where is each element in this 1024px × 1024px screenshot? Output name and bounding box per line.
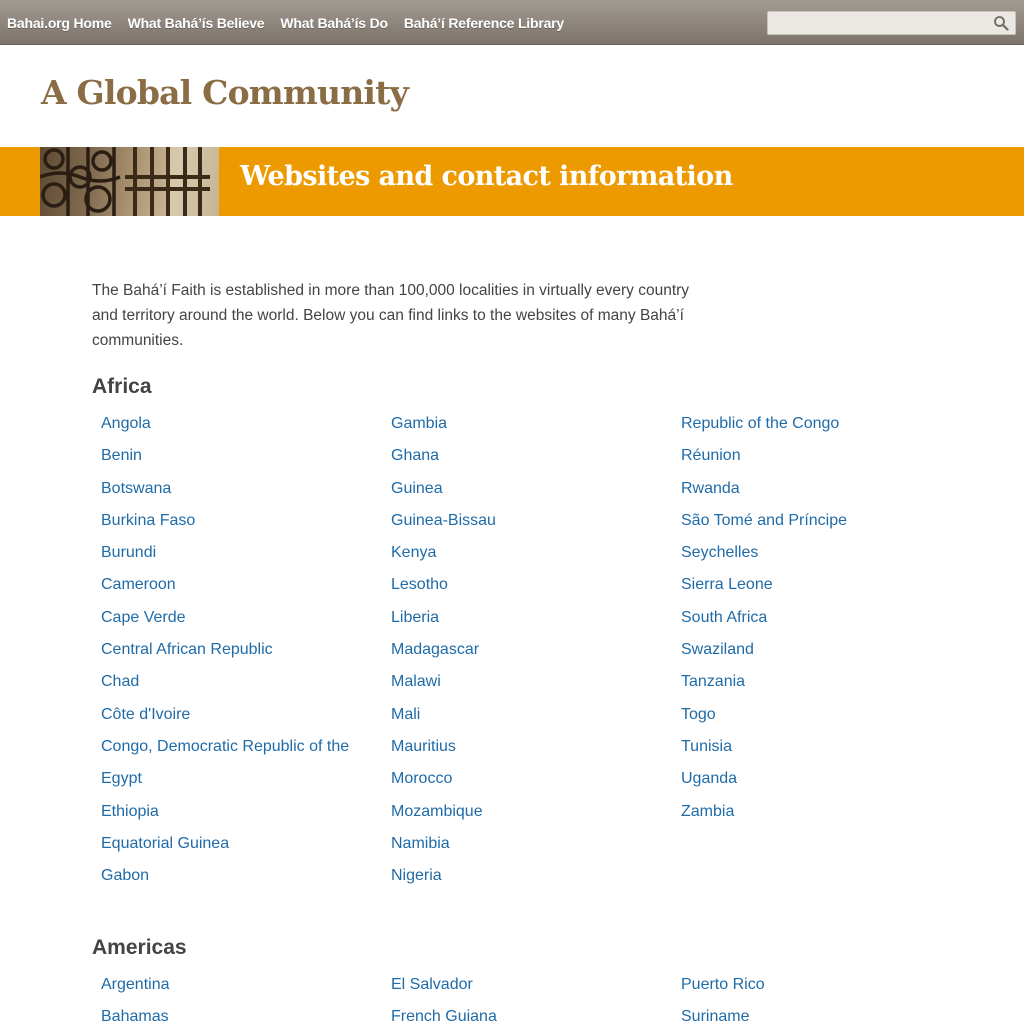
country-link[interactable]: Togo (681, 705, 961, 737)
country-link[interactable]: Republic of the Congo (681, 414, 961, 446)
section-banner: Websites and contact information (0, 147, 1024, 216)
nav-what-bahais-do-link[interactable]: What Bahá’ís Do (280, 15, 388, 31)
country-link[interactable]: El Salvador (391, 975, 671, 1007)
country-column: Argentina Bahamas (101, 975, 381, 1024)
country-link[interactable]: Equatorial Guinea (101, 834, 381, 866)
country-column: Gambia Ghana Guinea Guinea-Bissau Kenya Lesot… (391, 414, 671, 898)
country-column: Puerto Rico Suriname (681, 975, 961, 1024)
gate-ornament-image (40, 147, 219, 216)
country-link[interactable]: Mali (391, 705, 671, 737)
nav-what-bahais-believe-link[interactable]: What Bahá’ís Believe (128, 15, 265, 31)
country-link[interactable]: Lesotho (391, 575, 671, 607)
country-link[interactable]: Nigeria (391, 866, 671, 898)
country-link[interactable]: Burkina Faso (101, 511, 381, 543)
country-link[interactable]: Gambia (391, 414, 671, 446)
country-link[interactable]: South Africa (681, 608, 961, 640)
country-link[interactable]: Congo, Democratic Republic of the (101, 737, 381, 769)
country-link[interactable]: Central African Republic (101, 640, 381, 672)
country-column: Republic of the Congo Réunion Rwanda São To… (681, 414, 961, 834)
country-link[interactable]: Zambia (681, 802, 961, 834)
country-link[interactable]: Swaziland (681, 640, 961, 672)
country-link[interactable]: Guinea-Bissau (391, 511, 671, 543)
banner-gate-photo (40, 147, 219, 216)
country-link[interactable]: Egypt (101, 769, 381, 801)
country-link[interactable]: Uganda (681, 769, 961, 801)
country-link[interactable]: Liberia (391, 608, 671, 640)
country-link[interactable]: Namibia (391, 834, 671, 866)
country-link[interactable]: Suriname (681, 1007, 961, 1024)
search-input[interactable] (768, 12, 988, 34)
country-link[interactable]: Malawi (391, 672, 671, 704)
country-link[interactable]: Angola (101, 414, 381, 446)
banner-title: Websites and contact information (240, 161, 733, 192)
country-link[interactable]: Côte d'Ivoire (101, 705, 381, 737)
country-column: El Salvador French Guiana (391, 975, 671, 1024)
country-link[interactable]: Botswana (101, 479, 381, 511)
top-nav: Bahai.org Home What Bahá’ís Believe What… (7, 0, 580, 45)
search-box (767, 11, 1016, 35)
intro-paragraph: The Bahá’í Faith is established in more … (92, 282, 690, 349)
country-column: Angola Benin Botswana Burkina Faso Burundi Ca… (101, 414, 381, 898)
country-link[interactable]: Rwanda (681, 479, 961, 511)
country-link[interactable]: Ethiopia (101, 802, 381, 834)
country-link[interactable]: Ghana (391, 446, 671, 478)
country-link[interactable]: Madagascar (391, 640, 671, 672)
country-link[interactable]: Argentina (101, 975, 381, 1007)
country-link[interactable]: Bahamas (101, 1007, 381, 1024)
country-link[interactable]: Gabon (101, 866, 381, 898)
region-heading-americas: Americas (92, 936, 187, 959)
top-navigation-bar: Bahai.org Home What Bahá’ís Believe What… (0, 0, 1024, 45)
country-link[interactable]: Tunisia (681, 737, 961, 769)
search-icon[interactable] (993, 15, 1009, 31)
country-link[interactable]: Cape Verde (101, 608, 381, 640)
country-link[interactable]: Seychelles (681, 543, 961, 575)
nav-bahai-org-home-link[interactable]: Bahai.org Home (7, 15, 112, 31)
nav-reference-library-link[interactable]: Bahá’í Reference Library (404, 15, 564, 31)
country-link[interactable]: São Tomé and Príncipe (681, 511, 961, 543)
country-link[interactable]: Morocco (391, 769, 671, 801)
country-link[interactable]: Cameroon (101, 575, 381, 607)
country-link[interactable]: Mauritius (391, 737, 671, 769)
country-link[interactable]: Kenya (391, 543, 671, 575)
country-link[interactable]: Réunion (681, 446, 961, 478)
country-link[interactable]: Burundi (101, 543, 381, 575)
country-link[interactable]: Sierra Leone (681, 575, 961, 607)
country-link[interactable]: Guinea (391, 479, 671, 511)
country-link[interactable]: Tanzania (681, 672, 961, 704)
country-link[interactable]: Mozambique (391, 802, 671, 834)
country-link[interactable]: Benin (101, 446, 381, 478)
country-link[interactable]: Puerto Rico (681, 975, 961, 1007)
site-title: A Global Community (41, 73, 409, 112)
country-link[interactable]: Chad (101, 672, 381, 704)
region-heading-africa: Africa (92, 375, 152, 398)
country-link[interactable]: French Guiana (391, 1007, 671, 1024)
